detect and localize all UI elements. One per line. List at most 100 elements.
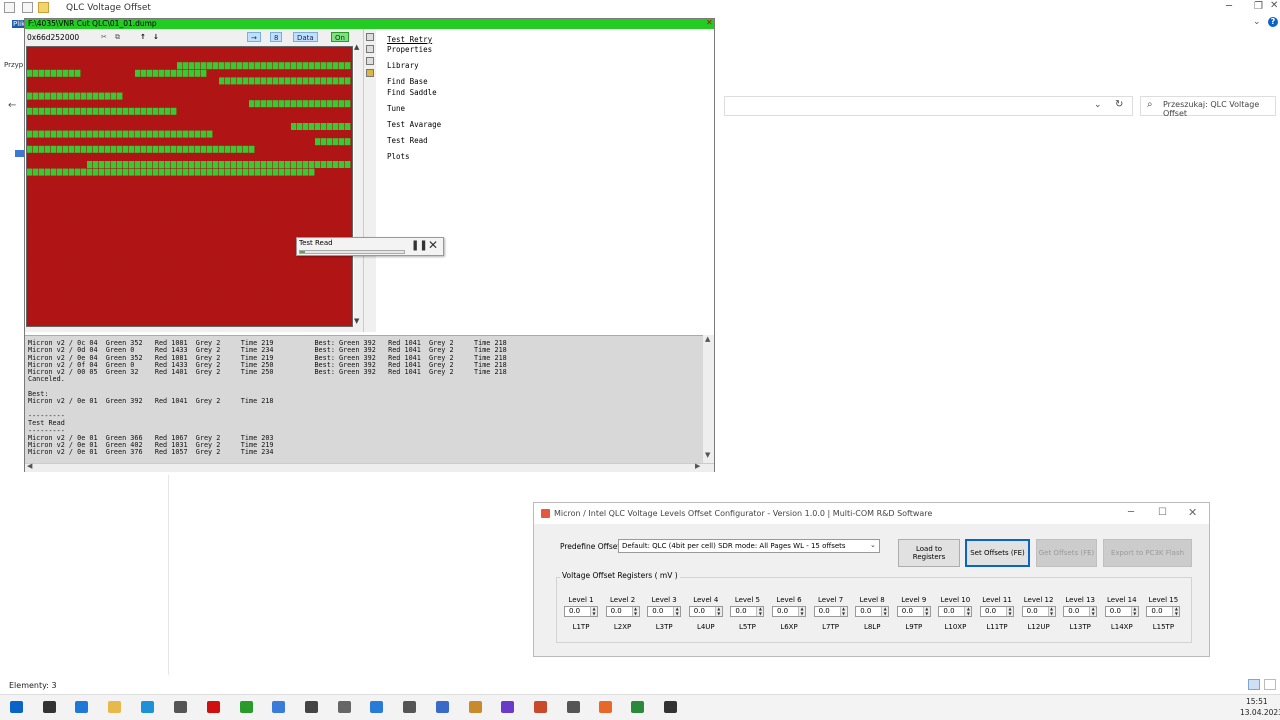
level-offset-input[interactable]: 0.0 ▲ ▼ [813, 606, 848, 617]
minimize-icon[interactable]: ─ [1128, 507, 1134, 518]
search-icon[interactable] [43, 701, 56, 713]
app-icon[interactable] [370, 701, 383, 713]
scroll-right-icon[interactable]: ▶ [695, 462, 700, 470]
menu-properties[interactable]: Properties [387, 45, 432, 54]
menu-test-read[interactable]: Test Read [387, 136, 428, 145]
copy-icon[interactable]: ⧉ [112, 32, 123, 42]
log-panel[interactable]: Micron v2 / 0c 04 Green 352 Red 1081 Gre… [25, 335, 714, 463]
address-dropdown-icon[interactable]: ⌄ [1094, 100, 1102, 110]
app-icon[interactable] [436, 701, 449, 713]
spinner-icon[interactable]: ▲ ▼ [673, 606, 681, 616]
refresh-icon[interactable]: ↻ [1115, 99, 1123, 110]
level-offset-input[interactable]: 0.0 ▲ ▼ [1063, 606, 1098, 617]
on-toggle[interactable]: On [331, 32, 349, 42]
app-icon[interactable] [305, 701, 318, 713]
grid-scrollbar[interactable] [354, 46, 363, 327]
file-explorer-icon[interactable] [75, 701, 88, 713]
dump-titlebar[interactable]: F:\4035\VNR Cut QLC\01_01.dump ✕ [25, 18, 714, 29]
close-icon[interactable]: ✕ [428, 238, 438, 252]
data-button[interactable]: Data [293, 32, 318, 42]
chevron-down-icon[interactable]: ⌄ [1253, 17, 1261, 27]
app-icon[interactable] [240, 701, 253, 713]
menu-find-base[interactable]: Find Base [387, 77, 428, 86]
app-icon[interactable] [469, 701, 482, 713]
close-icon[interactable]: ✕ [706, 18, 713, 27]
level-offset-input[interactable]: 0.0 ▲ ▼ [855, 606, 890, 617]
cut-icon[interactable]: ✂ [98, 32, 110, 42]
level-offset-input[interactable]: 0.0 ▲ ▼ [564, 606, 598, 617]
folder-icon[interactable] [108, 701, 121, 713]
list-icon[interactable] [366, 33, 374, 41]
details-view-icon[interactable] [1248, 679, 1260, 690]
browser-icon[interactable] [174, 701, 187, 713]
level-offset-input[interactable]: 0.0 ▲ ▼ [1021, 606, 1056, 617]
menu-tune[interactable]: Tune [387, 104, 405, 113]
maximize-icon[interactable]: ❐ [1254, 1, 1263, 12]
spinner-icon[interactable]: ▲ ▼ [964, 606, 972, 616]
level-offset-input[interactable]: 0.0 ▲ ▼ [688, 606, 723, 617]
address-bar[interactable] [724, 96, 1133, 116]
log-vscrollbar[interactable] [703, 335, 714, 463]
log-hscrollbar[interactable] [25, 463, 714, 472]
level-offset-input[interactable]: 0.0 ▲ ▼ [1104, 606, 1139, 617]
spinner-icon[interactable]: ▲ ▼ [1006, 606, 1013, 616]
export-button[interactable]: Export to PC3K Flash [1103, 539, 1192, 567]
grid-hscrollbar[interactable] [25, 327, 363, 332]
zoom-icon[interactable] [366, 45, 374, 53]
quick-access-icon[interactable] [4, 2, 15, 13]
spinner-icon[interactable]: ▲ ▼ [590, 606, 597, 616]
spinner-icon[interactable]: ▲ ▼ [1130, 606, 1138, 616]
selected-nav-item[interactable] [15, 150, 24, 157]
spinner-icon[interactable]: ▲ ▼ [631, 606, 639, 616]
level-offset-input[interactable]: 0.0 ▲ ▼ [1146, 606, 1181, 617]
spinner-icon[interactable]: ▲ ▼ [839, 606, 847, 616]
close-icon[interactable]: ✕ [1188, 506, 1197, 519]
get-offsets-button[interactable]: Get Offsets (FE) [1036, 539, 1097, 567]
level-offset-input[interactable]: 0.0 ▲ ▼ [730, 606, 765, 617]
app-icon[interactable] [567, 701, 580, 713]
set-offsets-button[interactable]: Set Offsets (FE) [965, 539, 1030, 567]
menu-plots[interactable]: Plots [387, 152, 410, 161]
folder-icon[interactable] [38, 2, 49, 13]
scroll-up-icon[interactable]: ▲ [354, 43, 359, 51]
quick-access-check-icon[interactable] [22, 2, 33, 13]
calculator-icon[interactable] [272, 701, 285, 713]
help-icon[interactable]: ? [1268, 17, 1278, 27]
spinner-icon[interactable]: ▲ ▼ [714, 606, 722, 616]
level-offset-input[interactable]: 0.0 ▲ ▼ [938, 606, 973, 617]
load-to-registers-button[interactable]: Load to Registers [898, 539, 960, 567]
scroll-down-icon[interactable]: ▼ [705, 451, 710, 459]
menu-library[interactable]: Library [387, 61, 419, 70]
spinner-icon[interactable]: ▲ ▼ [922, 606, 930, 616]
arrow-up-icon[interactable]: ↑ [137, 32, 149, 42]
settings-icon[interactable] [366, 57, 374, 65]
spinner-icon[interactable]: ▲ ▼ [881, 606, 889, 616]
level-offset-input[interactable]: 0.0 ▲ ▼ [980, 606, 1014, 617]
visual-studio-icon[interactable] [501, 701, 514, 713]
menu-test-retry[interactable]: Test Retry [387, 35, 432, 44]
menu-test-avarage[interactable]: Test Avarage [387, 120, 441, 129]
page-map-grid[interactable] [26, 46, 353, 327]
level-offset-input[interactable]: 0.0 ▲ ▼ [605, 606, 640, 617]
maximize-icon[interactable]: ☐ [1158, 507, 1167, 518]
spinner-icon[interactable]: ▲ ▼ [1172, 606, 1180, 616]
app-icon[interactable] [338, 701, 351, 713]
start-icon[interactable] [10, 701, 23, 713]
scroll-down-icon[interactable]: ▼ [354, 317, 359, 325]
pause-icon[interactable]: ❚❚ [411, 240, 428, 251]
app-icon[interactable] [403, 701, 416, 713]
level-offset-input[interactable]: 0.0 ▲ ▼ [772, 606, 806, 617]
spinner-icon[interactable]: ▲ ▼ [756, 606, 764, 616]
level-offset-input[interactable]: 0.0 ▲ ▼ [896, 606, 931, 617]
configurator-titlebar[interactable]: Micron / Intel QLC Voltage Levels Offset… [534, 503, 1209, 524]
spinner-icon[interactable]: ▲ ▼ [798, 606, 805, 616]
goto-button[interactable]: → [247, 32, 261, 42]
app-icon[interactable] [631, 701, 644, 713]
highlight-icon[interactable] [366, 69, 374, 77]
spinner-icon[interactable]: ▲ ▼ [1089, 606, 1097, 616]
level-offset-input[interactable]: 0.0 ▲ ▼ [647, 606, 682, 617]
app-icon[interactable] [664, 701, 677, 713]
spinner-icon[interactable]: ▲ ▼ [1047, 606, 1055, 616]
predefine-offsets-select[interactable]: Default: QLC (4bit per cell) SDR mode: A… [618, 539, 880, 553]
scroll-left-icon[interactable]: ◀ [27, 462, 32, 470]
